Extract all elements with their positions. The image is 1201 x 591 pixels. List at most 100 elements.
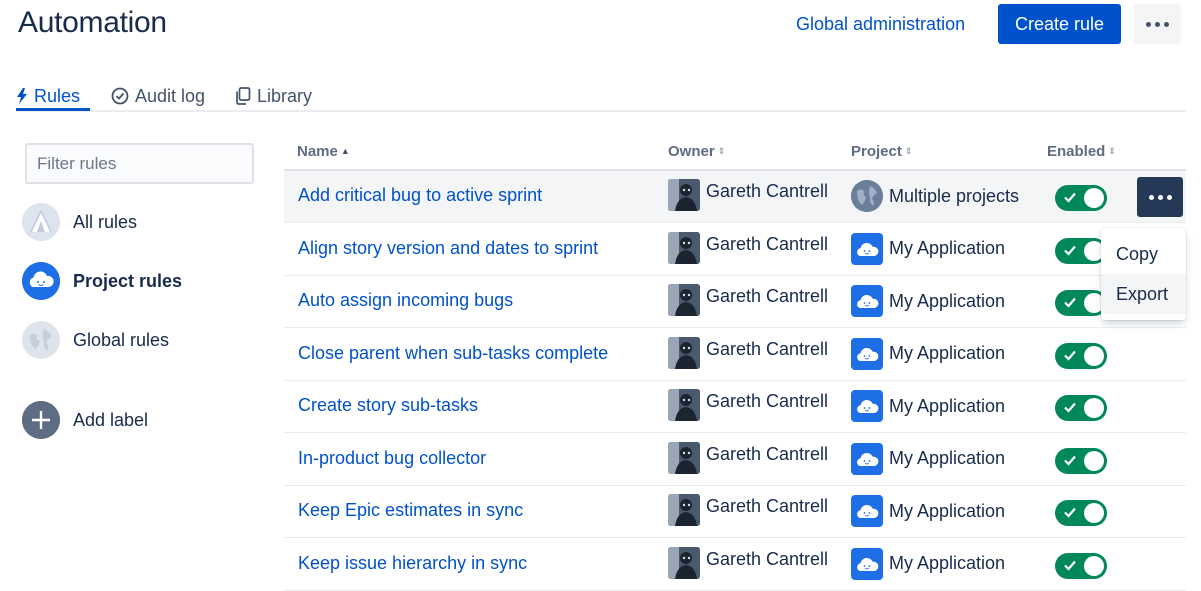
add-label-button[interactable]: Add label [22,401,148,439]
avatar [668,336,700,369]
sidebar-item-global-rules[interactable]: Global rules [22,321,169,359]
check-circle-icon [111,87,129,105]
project-name: My Application [889,553,1006,573]
enabled-toggle[interactable] [1055,342,1107,369]
check-icon [1063,505,1077,524]
avatar [668,179,700,211]
sort-ascending-icon: ▲ [340,146,350,156]
check-icon [1063,243,1077,262]
row-actions-menu: Copy Export [1101,228,1186,320]
toggle-knob [1084,345,1104,366]
project-cell: My Application [851,337,1006,370]
create-rule-button[interactable]: Create rule [998,4,1121,44]
rule-name-link[interactable]: Create story sub-tasks [298,395,478,416]
enabled-toggle[interactable] [1055,185,1107,211]
owner-cell: Gareth Cantrell [668,389,828,421]
owner-name: Gareth Cantrell [706,338,829,359]
sidebar-item-project-rules[interactable]: Project rules [22,262,182,300]
global-administration-link[interactable]: Global administration [796,14,965,35]
check-icon [1063,558,1077,577]
cloud-icon [851,495,883,527]
cloud-icon [851,337,883,370]
toggle-knob [1084,398,1104,418]
table-row: Align story version and dates to sprint G… [284,224,1186,276]
project-cell: My Application [851,547,1006,580]
table-row: Add critical bug to active sprint Gareth … [284,171,1186,223]
project-name: My Application [889,395,1006,416]
rule-name-link[interactable]: Align story version and dates to sprint [298,238,598,259]
owner-cell: Gareth Cantrell [668,494,828,526]
copy-pages-icon [236,87,251,105]
avatar [668,389,700,421]
sidebar-item-label: Global rules [73,329,170,350]
tab-label: Rules [34,85,81,106]
avatar [668,284,700,316]
tab-library[interactable]: Library [235,82,312,110]
toggle-knob [1084,503,1104,523]
sidebar-item-label: Project rules [73,270,183,291]
owner-name: Gareth Cantrell [706,548,829,569]
check-icon [1063,295,1077,314]
enabled-toggle[interactable] [1055,500,1107,526]
enabled-toggle[interactable] [1055,395,1107,421]
column-header-owner[interactable]: Owner ⇕ [668,143,725,160]
owner-name: Gareth Cantrell [706,496,829,516]
project-cell: My Application [851,495,1005,527]
enabled-toggle[interactable] [1055,237,1107,264]
rule-name-link[interactable]: Add critical bug to active sprint [298,185,542,206]
rule-name-link[interactable]: Keep issue hierarchy in sync [298,553,527,574]
enabled-toggle[interactable] [1055,290,1107,316]
rule-name-link[interactable]: Auto assign incoming bugs [298,290,513,311]
enabled-toggle[interactable] [1055,552,1107,579]
owner-name: Gareth Cantrell [706,181,829,201]
lightning-icon [17,88,27,104]
cloud-icon [851,547,883,580]
project-cell: My Application [851,390,1005,422]
owner-name: Gareth Cantrell [706,233,829,254]
project-name: My Application [889,343,1006,363]
menu-item-copy[interactable]: Copy [1101,234,1186,274]
cloud-icon [851,232,883,265]
sidebar-item-label: Add label [73,409,149,430]
owner-name: Gareth Cantrell [706,286,829,306]
table-row: Close parent when sub-tasks complete Gare… [284,329,1186,381]
tab-rules[interactable]: Rules [16,82,80,110]
column-header-project[interactable]: Project ⇕ [851,143,912,160]
more-icon [1146,21,1169,27]
check-icon [1063,453,1077,472]
more-icon [1148,194,1172,200]
column-header-enabled[interactable]: Enabled ⇕ [1047,143,1116,160]
project-cell: My Application [851,285,1005,317]
sort-icon: ⇕ [1108,146,1116,156]
cloud-icon [851,442,883,475]
table-row: Keep Epic estimates in sync Gareth Cantre… [284,486,1186,538]
filter-rules-input[interactable] [25,143,254,184]
sidebar-item-all-rules[interactable]: All rules [22,203,137,241]
sort-icon: ⇕ [717,146,726,156]
owner-cell: Gareth Cantrell [668,546,829,579]
tab-label: Library [257,85,313,106]
header-more-button[interactable] [1134,4,1181,44]
project-name: Multiple projects [889,185,1020,206]
rule-name-link[interactable]: Close parent when sub-tasks complete [298,343,608,364]
menu-item-export[interactable]: Export [1101,274,1186,314]
avatar [668,494,700,526]
globe-icon [851,180,883,212]
sort-icon: ⇕ [904,146,913,156]
owner-cell: Gareth Cantrell [668,336,829,369]
rule-name-link[interactable]: In-product bug collector [298,448,486,469]
cloud-icon [851,285,883,317]
toggle-knob [1084,188,1104,208]
column-header-name[interactable]: Name ▲ [297,143,350,160]
toggle-knob [1084,450,1104,471]
check-icon [1063,348,1077,367]
table-row: In-product bug collector Gareth Cantrell M… [284,434,1186,486]
rule-name-link[interactable]: Keep Epic estimates in sync [298,500,523,521]
owner-name: Gareth Cantrell [706,391,829,411]
project-name: My Application [889,238,1006,258]
tab-label: Audit log [135,85,206,106]
tab-audit-log[interactable]: Audit log [111,82,205,110]
enabled-toggle[interactable] [1055,447,1107,474]
row-more-actions-button[interactable] [1137,177,1183,217]
project-cell: My Application [851,232,1006,265]
